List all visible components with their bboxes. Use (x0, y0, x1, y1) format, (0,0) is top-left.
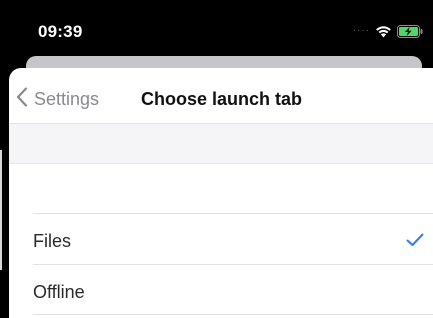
page-title: Choose launch tab (141, 89, 303, 109)
signal-dots-icon: ···· (352, 25, 370, 36)
settings-sheet: Settings Choose launch tab Files Offline (9, 68, 433, 318)
checkmark-icon (406, 233, 424, 252)
wifi-icon (375, 25, 392, 38)
launch-tab-list: Files Offline (33, 213, 433, 315)
section-header (9, 124, 433, 164)
chevron-left-icon (16, 86, 28, 112)
item-label: Offline (33, 282, 85, 302)
battery-charging-icon (397, 24, 423, 38)
status-icons: ···· (353, 23, 423, 39)
list-item-offline[interactable]: Offline (33, 264, 433, 315)
background-edge (0, 150, 2, 270)
back-label: Settings (34, 88, 100, 109)
navigation-bar: Settings Choose launch tab (9, 68, 433, 124)
status-time: 09:39 (38, 22, 83, 41)
status-bar: 09:39 ···· (0, 0, 433, 58)
item-label: Files (33, 231, 72, 251)
back-button[interactable]: Settings (16, 86, 100, 112)
list-item-files[interactable]: Files (33, 213, 433, 264)
